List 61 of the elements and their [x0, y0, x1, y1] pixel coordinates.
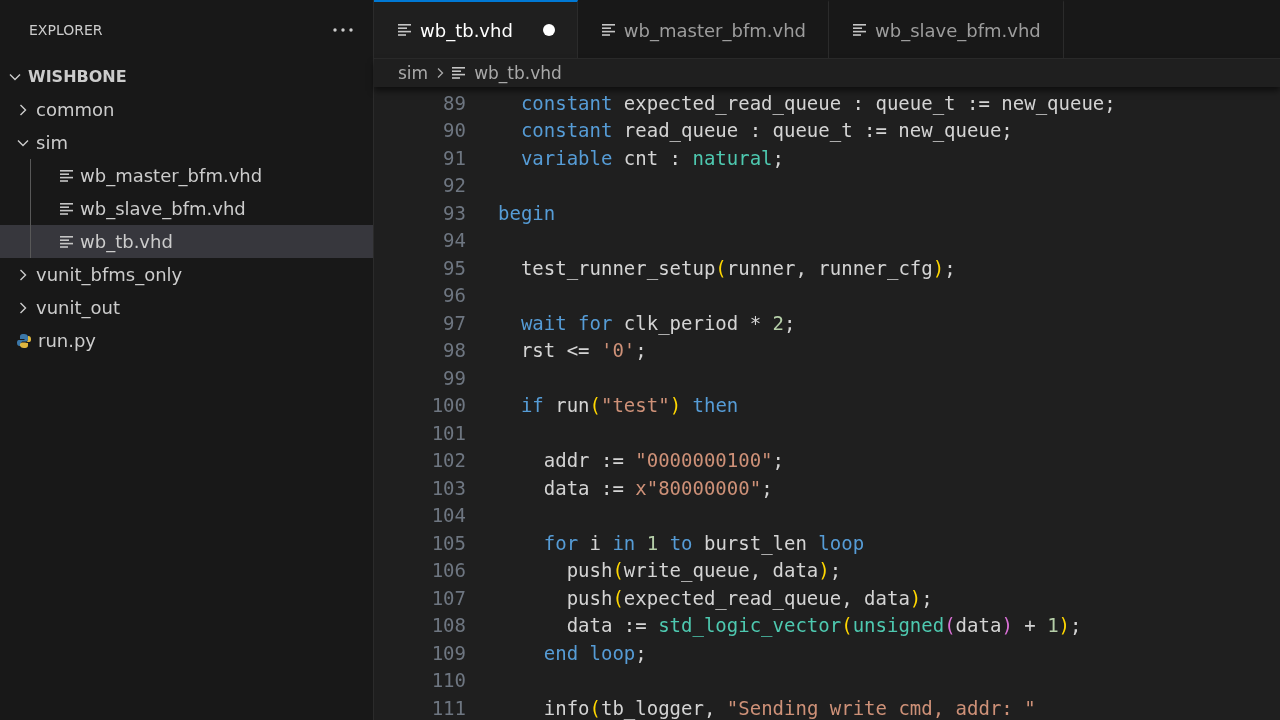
python-icon	[16, 332, 32, 349]
line-number: 97	[442, 311, 466, 334]
line-number: 105	[430, 531, 466, 554]
file-lines-icon	[60, 202, 74, 215]
code-line: begin	[498, 201, 556, 224]
line-number: 95	[442, 256, 466, 279]
code-line: end loop;	[542, 641, 647, 664]
file-lines-icon	[853, 24, 867, 36]
code-line: variable cnt : natural;	[519, 146, 784, 169]
code-line: constant read_queue : queue_t := new_queue;	[519, 119, 1013, 142]
line-number: 111	[430, 696, 466, 719]
explorer-title: EXPLORER	[29, 22, 103, 38]
code-line: test_runner_setup(runner, runner_cfg);	[519, 256, 956, 279]
file-lines-icon	[452, 67, 467, 79]
folder-item[interactable]: vunit_out	[0, 291, 373, 324]
line-number: 110	[430, 669, 466, 692]
line-number: 108	[430, 614, 466, 637]
folder-item[interactable]: vunit_bfms_only	[0, 258, 373, 291]
code-line: if run("test") then	[519, 394, 739, 417]
line-number: 102	[430, 449, 466, 472]
line-number: 94	[442, 229, 466, 252]
workspace-folder[interactable]: WISHBONE	[0, 60, 373, 93]
code-line: rst <= '0';	[519, 339, 647, 362]
line-number: 106	[430, 559, 466, 582]
code-line: data := std_logic_vector(unsigned(data) + 1);	[565, 614, 1082, 637]
file-lines-icon	[60, 235, 74, 248]
file-lines-icon	[601, 24, 616, 36]
line-number: 101	[430, 421, 466, 444]
line-number: 107	[430, 586, 466, 609]
code-line: addr := "0000000100";	[542, 449, 784, 472]
file-lines-icon	[60, 169, 74, 182]
file-lines-icon	[398, 24, 412, 36]
line-number: 103	[430, 476, 466, 499]
code-line: push(expected_read_queue, data);	[565, 586, 933, 609]
line-number: 96	[442, 284, 466, 307]
line-number: 109	[430, 641, 466, 664]
line-number: 104	[430, 504, 466, 527]
editor-tab[interactable]: wb_tb.vhd	[374, 0, 578, 58]
line-number: 98	[442, 339, 466, 362]
code-line: wait for clk_period * 2;	[519, 311, 796, 334]
more-icon[interactable]	[333, 28, 353, 32]
code-line: constant expected_read_queue : queue_t := new_queue;	[519, 91, 1116, 114]
line-number: 93	[442, 201, 466, 224]
line-number: 89	[442, 91, 466, 114]
line-number: 92	[442, 174, 466, 197]
code-line: info(tb_logger, "Sending write cmd, addr: "	[542, 696, 1036, 719]
code-line: for i in 1 to burst_len loop	[542, 531, 865, 554]
line-number: 91	[442, 146, 466, 169]
line-number: 99	[442, 366, 466, 389]
file-item[interactable]: wb_slave_bfm.vhd	[0, 192, 373, 225]
code-line: data := x"80000000";	[542, 476, 773, 499]
breadcrumb-item[interactable]: sim	[398, 63, 429, 83]
code-line: push(write_queue, data);	[565, 559, 842, 582]
file-item[interactable]: wb_master_bfm.vhd	[0, 159, 373, 192]
breadcrumb-item[interactable]: wb_tb.vhd	[452, 63, 562, 83]
file-item[interactable]: wb_tb.vhd	[0, 225, 373, 258]
file-item[interactable]: run.py	[0, 324, 373, 357]
folder-item[interactable]: sim	[0, 126, 373, 159]
folder-item[interactable]: common	[0, 93, 373, 126]
line-number: 90	[442, 119, 466, 142]
line-number: 100	[430, 394, 466, 417]
